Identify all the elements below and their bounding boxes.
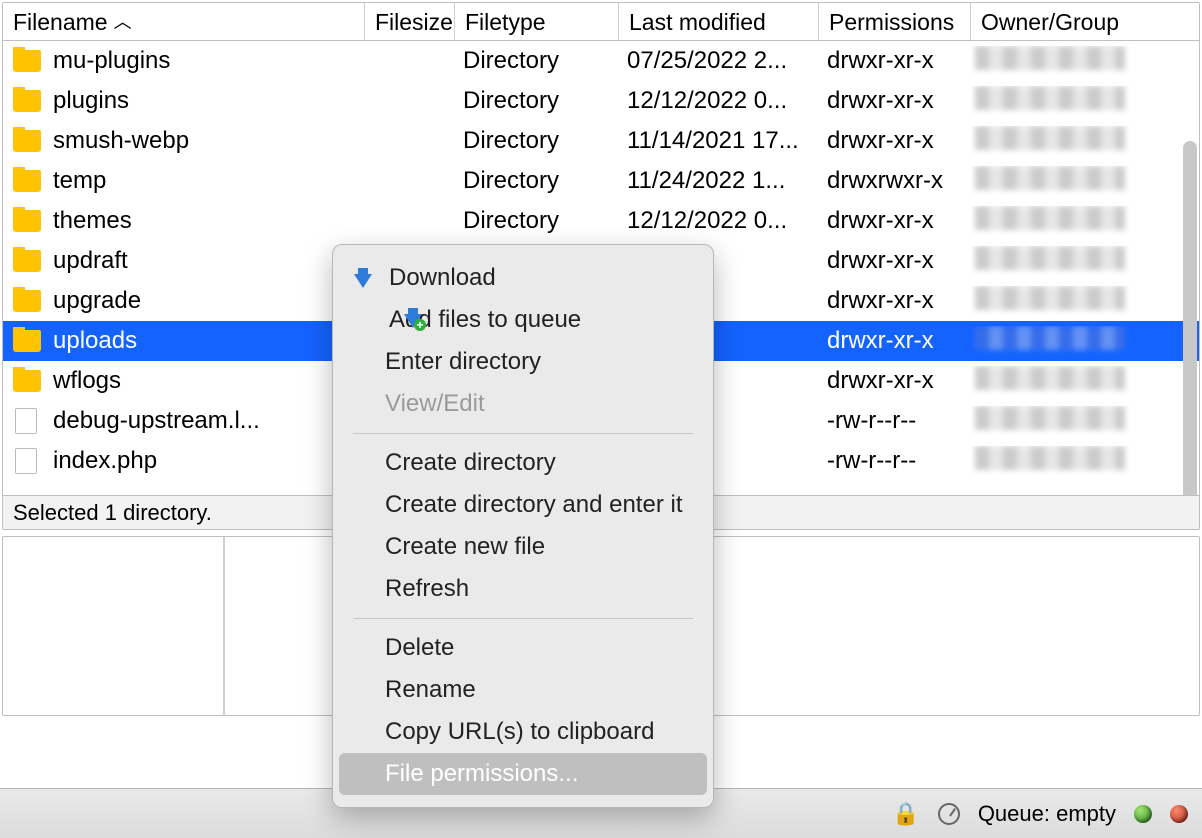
- ctx-separator: [353, 618, 693, 619]
- ctx-add-to-queue[interactable]: + Add files to queue: [339, 299, 707, 341]
- col-filetype[interactable]: Filetype: [455, 3, 619, 40]
- file-name: wflogs: [53, 367, 121, 395]
- folder-icon: [13, 90, 41, 112]
- status-dot-green: [1134, 805, 1152, 823]
- ctx-refresh[interactable]: Refresh: [339, 568, 707, 610]
- owner-group-redacted: [975, 366, 1125, 390]
- col-filename[interactable]: Filename ︿: [3, 3, 365, 40]
- speed-meter-icon: [938, 803, 960, 825]
- file-modified: 11/24/2022 1...: [619, 167, 819, 195]
- owner-group-redacted: [975, 286, 1125, 310]
- file-name: plugins: [53, 87, 129, 115]
- owner-group-redacted: [975, 126, 1125, 150]
- table-row[interactable]: plugins Directory12/12/2022 0...drwxr-xr-…: [3, 81, 1199, 121]
- panel-divider[interactable]: [223, 537, 225, 715]
- sort-ascending-icon: ︿: [114, 13, 132, 31]
- file-type: Directory: [455, 87, 619, 115]
- file-name: mu-plugins: [53, 47, 170, 75]
- vertical-scrollbar[interactable]: [1183, 141, 1197, 495]
- ctx-file-permissions[interactable]: File permissions...: [339, 753, 707, 795]
- col-filename-label: Filename: [13, 9, 108, 36]
- file-modified: 07/25/2022 2...: [619, 47, 819, 75]
- file-icon: [15, 448, 37, 474]
- ctx-view-edit: View/Edit: [339, 383, 707, 425]
- table-row[interactable]: themes Directory12/12/2022 0...drwxr-xr-x: [3, 201, 1199, 241]
- table-row[interactable]: temp Directory11/24/2022 1...drwxrwxr-x: [3, 161, 1199, 201]
- folder-icon: [13, 210, 41, 232]
- file-permissions: drwxr-xr-x: [819, 327, 971, 355]
- owner-group-redacted: [975, 446, 1125, 470]
- file-name: debug-upstream.l...: [53, 407, 260, 435]
- file-type: Directory: [455, 127, 619, 155]
- owner-group-redacted: [975, 46, 1125, 70]
- file-name: upgrade: [53, 287, 141, 315]
- file-name: temp: [53, 167, 106, 195]
- file-permissions: -rw-r--r--: [819, 407, 971, 435]
- ctx-copy-url[interactable]: Copy URL(s) to clipboard: [339, 711, 707, 753]
- ctx-create-new-file[interactable]: Create new file: [339, 526, 707, 568]
- status-dot-red: [1170, 805, 1188, 823]
- file-modified: 12/12/2022 0...: [619, 87, 819, 115]
- ctx-separator: [353, 433, 693, 434]
- owner-group-redacted: [975, 86, 1125, 110]
- col-filesize[interactable]: Filesize: [365, 3, 455, 40]
- folder-icon: [13, 330, 41, 352]
- lock-icon: 🔒: [892, 801, 919, 827]
- col-lastmodified[interactable]: Last modified: [619, 3, 819, 40]
- ctx-download[interactable]: Download: [339, 257, 707, 299]
- file-permissions: drwxr-xr-x: [819, 367, 971, 395]
- file-permissions: drwxr-xr-x: [819, 287, 971, 315]
- owner-group-redacted: [975, 326, 1125, 350]
- folder-icon: [13, 170, 41, 192]
- file-type: Directory: [455, 47, 619, 75]
- owner-group-redacted: [975, 206, 1125, 230]
- table-row[interactable]: smush-webp Directory11/14/2021 17...drwxr…: [3, 121, 1199, 161]
- col-permissions[interactable]: Permissions: [819, 3, 971, 40]
- queue-status: Queue: empty: [978, 801, 1116, 827]
- folder-icon: [13, 250, 41, 272]
- owner-group-redacted: [975, 246, 1125, 270]
- file-permissions: drwxr-xr-x: [819, 127, 971, 155]
- file-modified: 11/14/2021 17...: [619, 127, 819, 155]
- ctx-rename[interactable]: Rename: [339, 669, 707, 711]
- ctx-create-directory[interactable]: Create directory: [339, 442, 707, 484]
- file-name: uploads: [53, 327, 137, 355]
- owner-group-redacted: [975, 166, 1125, 190]
- file-name: index.php: [53, 447, 157, 475]
- folder-icon: [13, 50, 41, 72]
- col-ownergroup[interactable]: Owner/Group: [971, 3, 1151, 40]
- file-name: updraft: [53, 247, 128, 275]
- owner-group-redacted: [975, 406, 1125, 430]
- file-type: Directory: [455, 207, 619, 235]
- ctx-delete[interactable]: Delete: [339, 627, 707, 669]
- ctx-enter-directory[interactable]: Enter directory: [339, 341, 707, 383]
- table-row[interactable]: mu-plugins Directory07/25/2022 2...drwxr-…: [3, 41, 1199, 81]
- context-menu: Download + Add files to queue Enter dire…: [332, 244, 714, 808]
- folder-icon: [13, 290, 41, 312]
- file-permissions: drwxr-xr-x: [819, 47, 971, 75]
- download-icon: [351, 266, 375, 290]
- file-name: themes: [53, 207, 132, 235]
- file-permissions: drwxr-xr-x: [819, 247, 971, 275]
- folder-icon: [13, 130, 41, 152]
- folder-icon: [13, 370, 41, 392]
- column-headers: Filename ︿ Filesize Filetype Last modifi…: [3, 3, 1199, 41]
- file-permissions: drwxr-xr-x: [819, 207, 971, 235]
- file-permissions: drwxr-xr-x: [819, 87, 971, 115]
- file-name: smush-webp: [53, 127, 189, 155]
- ctx-create-directory-enter[interactable]: Create directory and enter it: [339, 484, 707, 526]
- file-icon: [15, 408, 37, 434]
- file-permissions: drwxrwxr-x: [819, 167, 971, 195]
- file-permissions: -rw-r--r--: [819, 447, 971, 475]
- file-modified: 12/12/2022 0...: [619, 207, 819, 235]
- file-type: Directory: [455, 167, 619, 195]
